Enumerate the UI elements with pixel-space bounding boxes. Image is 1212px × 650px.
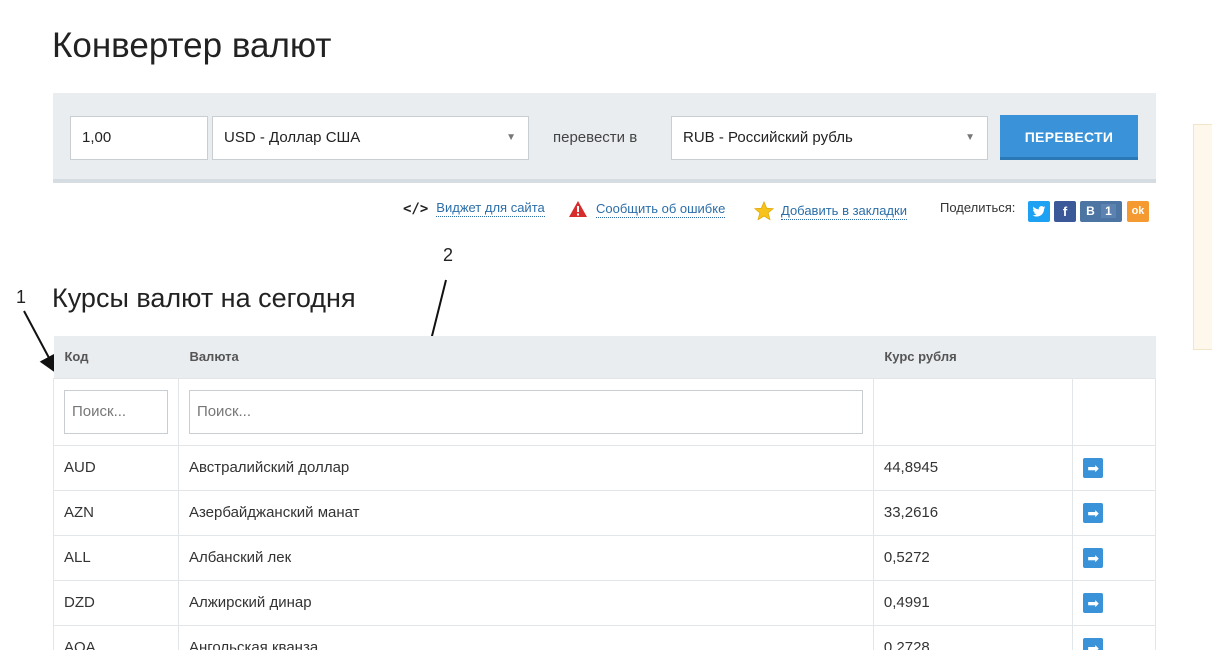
rate-filter-cell [872,377,1074,446]
table-row: DZD Алжирский динар 0,4991 ➡ [53,579,1156,626]
report-error-label: Сообщить об ошибке [596,200,726,218]
go-cell: ➡ [1072,444,1156,491]
amount-input[interactable]: 1,00 [70,116,208,160]
column-header-rate[interactable]: Курс рубля [873,336,1073,378]
annotation-arrow-1 [23,310,58,375]
code-search-input[interactable]: Поиск... [64,389,168,434]
to-currency-select[interactable]: RUB - Российский рубль ▼ [671,116,988,160]
chevron-down-icon: ▼ [965,132,975,143]
vk-label: В [1086,204,1095,218]
go-cell: ➡ [1072,489,1156,536]
convert-button[interactable]: ПЕРЕВЕСТИ [1000,115,1138,160]
currency-name: Австралийский доллар [177,444,874,491]
warning-icon [569,201,587,217]
bookmark-link[interactable]: Добавить в закладки [753,200,907,222]
odnoklassniki-icon[interactable]: ok [1127,201,1149,222]
chevron-down-icon: ▼ [506,132,516,143]
from-currency-select[interactable]: USD - Доллар США ▼ [212,116,529,160]
currency-code: AUD [53,444,179,491]
currency-rate: 33,2616 [872,489,1074,536]
annotation-number-2: 2 [443,245,454,265]
vk-icon[interactable]: В 1 [1080,201,1122,222]
star-icon [753,200,775,221]
action-filter-cell [1072,377,1156,446]
facebook-icon[interactable]: f [1054,201,1076,222]
table-row: AOA Ангольская кванза 0,2728 ➡ [53,624,1156,650]
widget-link-label: Виджет для сайта [436,200,545,217]
column-header-currency[interactable]: Валюта [178,336,874,378]
share-label-text: Поделиться: [940,200,1016,215]
currency-code: AZN [53,489,179,536]
to-currency-value: RUB - Российский рубль [683,129,853,146]
currency-rate: 0,2728 [872,624,1074,650]
rates-table: Код Валюта Курс рубля Поиск... Поиск... … [53,336,1156,650]
currency-code: DZD [53,579,179,626]
filter-row: Поиск... Поиск... [53,377,1156,446]
report-error-link[interactable]: Сообщить об ошибке [568,200,726,218]
currency-search-input[interactable]: Поиск... [188,389,863,434]
actions-bar: </> Виджет для сайта Сообщить об ошибке … [0,200,1212,222]
currency-rate: 44,8945 [872,444,1074,491]
currency-rate: 0,4991 [872,579,1074,626]
arrow-right-icon[interactable]: ➡ [1083,637,1104,650]
go-cell: ➡ [1072,579,1156,626]
column-header-code[interactable]: Код [53,336,179,378]
twitter-icon[interactable] [1028,201,1050,222]
go-cell: ➡ [1072,534,1156,581]
rates-section-title: Курсы валют на сегодня [52,283,356,313]
currency-name: Алжирский динар [177,579,874,626]
arrow-right-icon[interactable]: ➡ [1083,502,1104,523]
arrow-right-icon[interactable]: ➡ [1083,547,1104,568]
code-icon: </> [403,200,429,217]
currency-code: AOA [53,624,179,650]
vk-share-count: 1 [1101,204,1116,218]
currency-name: Азербайджанский манат [177,489,874,536]
annotation-number-1: 1 [16,287,27,307]
side-banner [1193,124,1212,350]
share-label: Поделиться: [940,200,1015,215]
from-currency-value: USD - Доллар США [224,129,361,146]
page-title: Конвертер валют [52,26,332,65]
go-cell: ➡ [1072,624,1156,650]
code-filter-cell: Поиск... [53,377,179,446]
twitter-bird-icon [1032,206,1046,217]
converter-panel: 1,00 USD - Доллар США ▼ перевести в RUB … [53,93,1156,183]
currency-code: ALL [53,534,179,581]
table-row: AZN Азербайджанский манат 33,2616 ➡ [53,489,1156,536]
table-row: AUD Австралийский доллар 44,8945 ➡ [53,444,1156,491]
arrow-right-icon[interactable]: ➡ [1083,457,1104,478]
column-header-actions [1072,336,1156,378]
currency-rate: 0,5272 [872,534,1074,581]
widget-link[interactable]: </> Виджет для сайта [403,200,545,217]
convert-to-label: перевести в [553,129,638,146]
table-header-row: Код Валюта Курс рубля [53,336,1156,378]
currency-name: Албанский лек [177,534,874,581]
currency-name: Ангольская кванза [177,624,874,650]
table-row: ALL Албанский лек 0,5272 ➡ [53,534,1156,581]
bookmark-label: Добавить в закладки [781,202,907,220]
currency-filter-cell: Поиск... [177,377,874,446]
arrow-right-icon[interactable]: ➡ [1083,592,1104,613]
